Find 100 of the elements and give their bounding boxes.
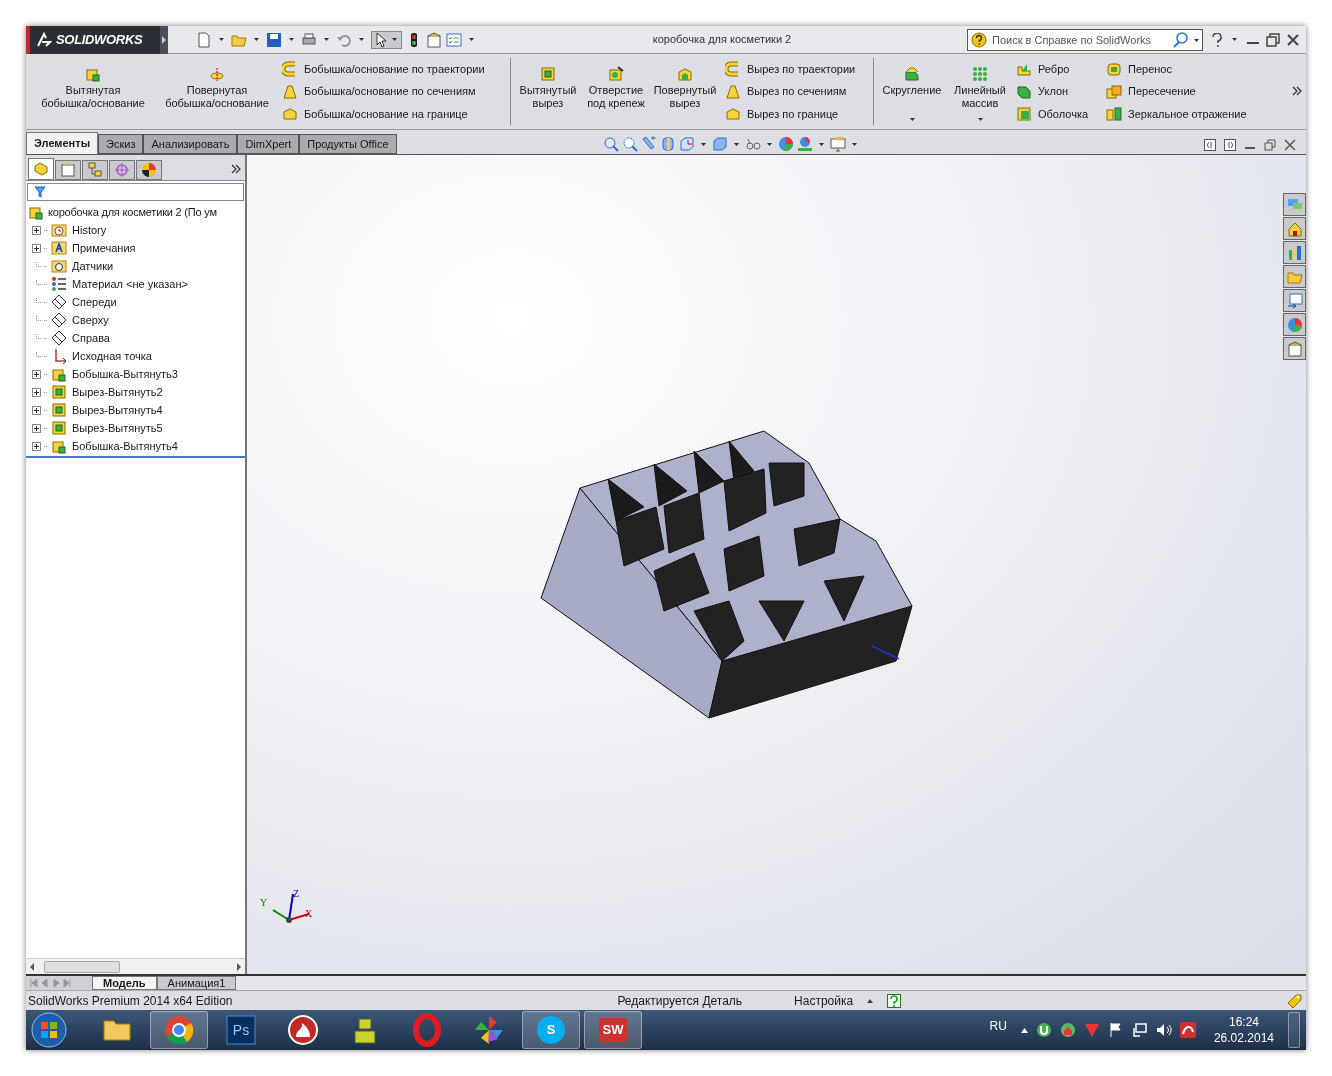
search-field[interactable]: Поиск в Справке по SolidWorks <box>967 28 1203 51</box>
ribbon-button[interactable]: Зеркальное отражение <box>1106 105 1278 123</box>
close-icon[interactable] <box>1284 139 1296 151</box>
caret-icon[interactable] <box>766 142 772 146</box>
search-icon[interactable] <box>1173 31 1189 48</box>
model-tab[interactable]: Анимация1 <box>156 976 237 990</box>
zoom-fit-icon[interactable] <box>602 136 619 152</box>
ribbon-button[interactable]: Бобышка/основание на границе <box>282 105 504 123</box>
expand-plus-icon[interactable] <box>32 225 41 235</box>
close-icon[interactable] <box>1286 32 1300 47</box>
caret-icon[interactable] <box>219 38 224 41</box>
caret-icon[interactable] <box>359 38 364 41</box>
task-pane-tab[interactable] <box>1283 337 1306 360</box>
expand-plus-icon[interactable] <box>32 423 41 433</box>
save-icon[interactable] <box>266 31 282 48</box>
ribbon-button[interactable]: Повернутый вырез <box>649 54 721 129</box>
ribbon-button[interactable]: Скругление <box>876 54 948 129</box>
ribbon-button[interactable]: Вырез по сечениям <box>725 83 867 100</box>
more-chevron-icon[interactable] <box>231 164 241 174</box>
restore-icon[interactable] <box>1266 32 1280 47</box>
caret-icon[interactable] <box>1232 38 1237 41</box>
tree-item[interactable]: Бобышка-Вытянуть3 <box>72 365 178 383</box>
checklist-icon[interactable] <box>446 31 462 48</box>
feature-tab[interactable]: Анализировать <box>143 134 238 154</box>
task-pane-tab[interactable] <box>1283 193 1306 216</box>
caret-icon[interactable] <box>909 118 915 121</box>
torrent-icon[interactable] <box>1035 1022 1052 1038</box>
display-style-icon[interactable] <box>711 136 728 152</box>
ribbon-button[interactable]: Вырез по границе <box>725 105 867 123</box>
panel-tab[interactable] <box>136 160 162 180</box>
ribbon-button[interactable]: Оболочка <box>1016 105 1098 123</box>
help-square-icon[interactable] <box>887 993 902 1008</box>
ribbon-button[interactable]: Вытянутая бобышка/основание <box>30 54 156 129</box>
ribbon-button[interactable]: Пересечение <box>1106 83 1278 100</box>
task-pane-tab[interactable] <box>1283 289 1306 312</box>
scroll-left-icon[interactable] <box>28 962 36 971</box>
tree-item[interactable]: Вырез-Вытянуть5 <box>72 419 163 437</box>
taskbar-app[interactable]: SW <box>584 1011 642 1049</box>
printer-icon[interactable] <box>301 31 317 48</box>
ribbon-button[interactable]: Бобышка/основание по сечениям <box>282 83 504 100</box>
expand-plus-icon[interactable] <box>32 441 41 451</box>
taskbar-app[interactable] <box>150 1011 208 1049</box>
ribbon-button[interactable]: Уклон <box>1016 83 1098 100</box>
tree-item[interactable]: коробочка для косметики 2 (По ум <box>26 203 245 221</box>
caret-icon[interactable] <box>733 142 739 146</box>
tree-item[interactable]: Справа <box>72 329 110 347</box>
tree-item[interactable]: History <box>72 221 107 239</box>
zoom-area-icon[interactable] <box>621 136 638 152</box>
ribbon-button[interactable]: Вырез по траектории <box>725 60 867 78</box>
expand-plus-icon[interactable] <box>32 243 41 253</box>
panel-tab[interactable] <box>55 160 81 180</box>
scene-icon[interactable] <box>796 136 813 152</box>
ribbon-button[interactable]: Отверстие под крепеж <box>583 54 649 129</box>
caret-up-icon[interactable] <box>867 998 874 1003</box>
show-desktop-button[interactable] <box>1288 1012 1300 1048</box>
taskbar-app[interactable]: Ps <box>212 1011 270 1049</box>
tree-item[interactable]: Спереди <box>72 293 117 311</box>
hide-show-icon[interactable] <box>744 136 761 152</box>
language-indicator[interactable]: RU <box>989 1017 1007 1035</box>
clipboard-icon[interactable] <box>426 31 442 48</box>
network-icon[interactable] <box>1131 1022 1148 1038</box>
tree-item[interactable]: Датчики <box>72 257 114 275</box>
status-button[interactable]: Настройка <box>794 991 854 1010</box>
caret-icon[interactable] <box>254 38 259 41</box>
scroll-right-icon[interactable] <box>235 962 243 971</box>
tree-item[interactable]: Примечания <box>72 239 136 257</box>
feature-tab[interactable]: Элементы <box>26 132 99 154</box>
more-chevron-icon[interactable] <box>1292 86 1302 96</box>
caret-icon[interactable] <box>851 142 857 146</box>
split-left-icon[interactable] <box>1204 139 1216 151</box>
section-view-icon[interactable] <box>659 136 676 152</box>
model-tab[interactable]: Модель <box>92 976 157 990</box>
new-document-icon[interactable] <box>196 31 212 48</box>
ribbon-button[interactable]: Бобышка/основание по траектории <box>282 60 504 78</box>
clock[interactable]: 16:24 26.02.2014 <box>1213 1014 1274 1046</box>
feature-tab[interactable]: DimXpert <box>237 134 300 154</box>
split-right-icon[interactable] <box>1224 139 1236 151</box>
task-pane-tab[interactable] <box>1283 241 1306 264</box>
tree-item[interactable]: Вырез-Вытянуть4 <box>72 401 163 419</box>
tree-item[interactable]: Исходная точка <box>72 347 152 365</box>
help-icon[interactable] <box>1211 32 1223 47</box>
tree-item[interactable]: Материал <не указан> <box>72 275 188 293</box>
ribbon-button[interactable]: Ребро <box>1016 60 1098 78</box>
flag-icon[interactable] <box>1107 1022 1124 1038</box>
caret-icon[interactable] <box>289 38 294 41</box>
appearance-icon[interactable] <box>777 136 794 152</box>
caret-icon[interactable] <box>977 118 983 121</box>
caret-icon[interactable] <box>1194 38 1199 42</box>
volume-icon[interactable] <box>1155 1022 1172 1038</box>
view-orientation-icon[interactable] <box>678 136 695 152</box>
task-pane-tab[interactable] <box>1283 217 1306 240</box>
ribbon-button[interactable]: Линейный массив <box>948 54 1012 129</box>
caret-icon[interactable] <box>324 38 329 41</box>
caret-icon[interactable] <box>469 38 474 41</box>
tag-icon[interactable] <box>1286 992 1302 1009</box>
feature-tab[interactable]: Эскиз <box>98 134 144 154</box>
tree-item[interactable]: Бобышка-Вытянуть4 <box>72 437 178 455</box>
caret-icon[interactable] <box>392 38 397 41</box>
feature-tab[interactable]: Продукты Office <box>299 134 397 154</box>
task-pane-tab[interactable] <box>1283 265 1306 288</box>
